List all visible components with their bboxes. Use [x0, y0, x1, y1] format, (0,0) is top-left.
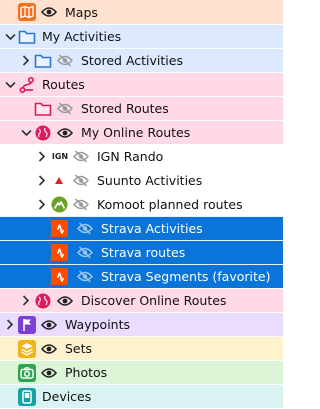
- tree-row-ign-rando[interactable]: IGN IGN Rando: [0, 144, 283, 168]
- tree-row-suunto-activities[interactable]: Suunto Activities: [0, 168, 283, 192]
- chevron-right-icon[interactable]: [20, 54, 32, 68]
- tree-row-strava-activities[interactable]: Strava Activities: [0, 216, 283, 240]
- tree-row-maps[interactable]: Maps: [0, 0, 283, 24]
- eye-icon[interactable]: [57, 126, 73, 140]
- folder-icon: [18, 28, 36, 46]
- camera-icon: [18, 363, 36, 382]
- layer-tree: Maps My Activities Stored Activities Rou…: [0, 0, 283, 408]
- tree-row-waypoints[interactable]: Waypoints: [0, 312, 283, 336]
- chevron-right-icon[interactable]: [4, 318, 16, 332]
- waypoint-flag-icon: [18, 315, 36, 334]
- eye-hidden-icon[interactable]: [73, 174, 89, 188]
- tree-label-my-activities: My Activities: [42, 29, 122, 44]
- tree-label-ign-rando: IGN Rando: [97, 149, 164, 164]
- tree-label-sets: Sets: [65, 341, 93, 356]
- strava-icon: [50, 244, 68, 262]
- eye-hidden-icon[interactable]: [73, 198, 89, 212]
- tree-label-strava-activities: Strava Activities: [101, 221, 203, 236]
- tree-label-maps: Maps: [65, 4, 98, 20]
- tree-label-strava-routes: Strava routes: [101, 245, 186, 260]
- tree-label-strava-segments: Strava Segments (favorite): [101, 269, 271, 284]
- tree-row-my-activities[interactable]: My Activities: [0, 24, 283, 48]
- tree-row-strava-segments[interactable]: Strava Segments (favorite): [0, 264, 283, 288]
- eye-hidden-icon[interactable]: [77, 270, 93, 284]
- eye-icon[interactable]: [41, 366, 57, 380]
- eye-icon[interactable]: [41, 318, 57, 332]
- chevron-right-icon[interactable]: [36, 198, 48, 212]
- chevron-right-icon[interactable]: [36, 150, 48, 164]
- tree-row-stored-activities[interactable]: Stored Activities: [0, 48, 283, 72]
- ign-logo-icon: IGN: [51, 152, 69, 161]
- eye-hidden-icon[interactable]: [57, 102, 73, 116]
- tree-label-my-online-routes: My Online Routes: [81, 125, 191, 140]
- tree-row-sets[interactable]: Sets: [0, 336, 283, 360]
- sets-icon: [18, 339, 36, 358]
- globe-icon: [34, 292, 52, 310]
- strava-icon: [50, 268, 68, 286]
- eye-hidden-icon[interactable]: [77, 246, 93, 260]
- device-icon: [18, 387, 36, 406]
- tree-label-photos: Photos: [65, 365, 108, 380]
- tree-label-waypoints: Waypoints: [65, 317, 131, 332]
- tree-row-routes[interactable]: Routes: [0, 72, 283, 96]
- tree-label-stored-routes: Stored Routes: [81, 101, 169, 116]
- route-icon: [18, 76, 36, 94]
- tree-row-devices[interactable]: Devices: [0, 384, 283, 408]
- chevron-down-icon[interactable]: [4, 78, 16, 92]
- tree-label-komoot-routes: Komoot planned routes: [97, 197, 243, 212]
- folder-icon: [34, 52, 52, 70]
- eye-hidden-icon[interactable]: [57, 54, 73, 68]
- chevron-down-icon[interactable]: [4, 30, 16, 44]
- tree-row-my-online-routes[interactable]: My Online Routes: [0, 120, 283, 144]
- eye-icon[interactable]: [57, 294, 73, 308]
- komoot-icon: [50, 196, 68, 214]
- eye-hidden-icon[interactable]: [77, 222, 93, 236]
- chevron-right-icon[interactable]: [20, 294, 32, 308]
- tree-row-strava-routes[interactable]: Strava routes: [0, 240, 283, 264]
- tree-row-discover-online-routes[interactable]: Discover Online Routes: [0, 288, 283, 312]
- map-icon: [18, 3, 36, 21]
- eye-icon[interactable]: [41, 342, 57, 356]
- eye-icon[interactable]: [41, 5, 57, 19]
- suunto-icon: [50, 172, 68, 190]
- chevron-down-icon[interactable]: [20, 126, 32, 140]
- tree-label-devices: Devices: [42, 389, 92, 404]
- tree-label-discover-online-routes: Discover Online Routes: [81, 293, 227, 308]
- globe-icon: [34, 124, 52, 142]
- chevron-right-icon[interactable]: [36, 174, 48, 188]
- strava-icon: [50, 220, 68, 238]
- tree-label-stored-activities: Stored Activities: [81, 53, 183, 68]
- tree-label-suunto-activities: Suunto Activities: [97, 173, 203, 188]
- tree-row-komoot-routes[interactable]: Komoot planned routes: [0, 192, 283, 216]
- tree-row-stored-routes[interactable]: Stored Routes: [0, 96, 283, 120]
- tree-label-routes: Routes: [42, 77, 85, 92]
- tree-row-photos[interactable]: Photos: [0, 360, 283, 384]
- folder-icon: [34, 100, 52, 118]
- eye-hidden-icon[interactable]: [73, 150, 89, 164]
